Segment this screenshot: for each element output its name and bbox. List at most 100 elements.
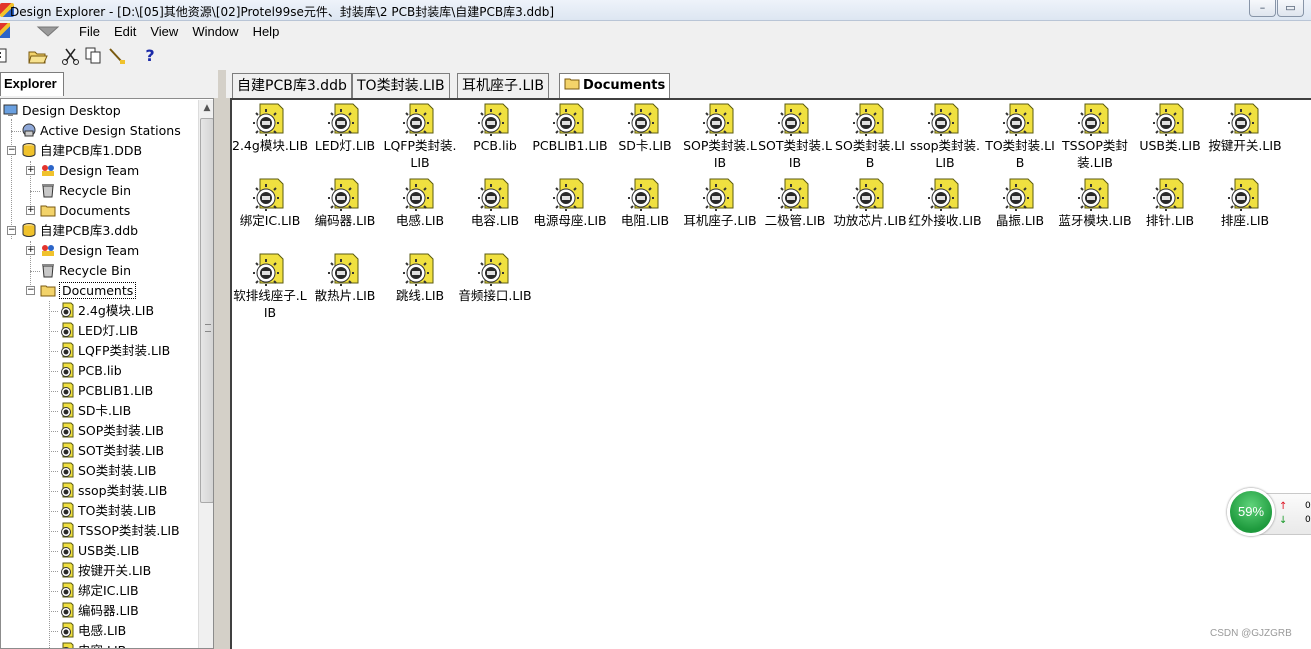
file-icon-item[interactable]: TO类封装.LIB (982, 102, 1058, 171)
expand-toggle[interactable]: + (26, 246, 35, 255)
tab-db3[interactable]: 自建PCB库3.ddb (232, 73, 352, 98)
file-icon-item[interactable]: 功放芯片.LIB (832, 177, 908, 229)
file-icon-item[interactable]: ssop类封装.LIB (907, 102, 983, 171)
file-icon-item[interactable]: 晶振.LIB (982, 177, 1058, 229)
paste-icon[interactable] (106, 46, 128, 66)
tree-node-file[interactable]: 电感.LIB (59, 621, 126, 641)
collapse-toggle[interactable]: − (7, 226, 16, 235)
restore-button[interactable]: ▭ (1277, 0, 1304, 17)
scrollbar-thumb[interactable] (200, 118, 213, 503)
file-icon-item[interactable]: 2.4g模块.LIB (232, 102, 308, 154)
file-icon-item[interactable]: 电阻.LIB (607, 177, 683, 229)
lib-file-icon (927, 177, 963, 212)
help-button[interactable]: ? (139, 46, 161, 66)
file-icon-item[interactable]: LQFP类封装.LIB (382, 102, 458, 171)
tree-node-db3[interactable]: 自建PCB库3.ddb (21, 221, 138, 241)
expand-toggle[interactable]: + (26, 206, 35, 215)
system-menu-icon[interactable] (0, 23, 10, 38)
file-icon-item[interactable]: 跳线.LIB (382, 252, 458, 304)
tab-earphone-lib[interactable]: 耳机座子.LIB (457, 73, 549, 98)
file-icon-item[interactable]: USB类.LIB (1132, 102, 1208, 154)
file-icon-item[interactable]: LED灯.LIB (307, 102, 383, 154)
menu-window[interactable]: Window (187, 24, 243, 39)
tree-label: 2.4g模块.LIB (78, 303, 155, 318)
tree-node-file[interactable]: SD卡.LIB (59, 401, 131, 421)
file-label: LQFP类封装.LIB (383, 138, 457, 170)
tree-node-db1-bin[interactable]: Recycle Bin (40, 181, 131, 201)
tree-node-file[interactable]: 2.4g模块.LIB (59, 301, 154, 321)
scroll-up-arrow-icon[interactable]: ▲ (199, 100, 213, 117)
tree-node-file[interactable]: PCBLIB1.LIB (59, 381, 153, 401)
file-icon-item[interactable]: PCBLIB1.LIB (532, 102, 608, 154)
menu-edit[interactable]: Edit (109, 24, 141, 39)
file-icon-item[interactable]: SO类封装.LIB (832, 102, 908, 171)
usage-percent-badge[interactable]: 59% (1227, 488, 1275, 536)
file-icon-item[interactable]: 散热片.LIB (307, 252, 383, 304)
menu-help[interactable]: Help (248, 24, 285, 39)
menu-view[interactable]: View (145, 24, 183, 39)
cut-icon[interactable] (60, 46, 82, 66)
collapse-toggle[interactable]: − (7, 146, 16, 155)
file-icon-item[interactable]: PCB.lib (457, 102, 533, 154)
lib-file-icon (252, 252, 288, 287)
file-icon-item[interactable]: 二极管.LIB (757, 177, 833, 229)
tree-node-file[interactable]: TSSOP类封装.LIB (59, 521, 180, 541)
file-icon-item[interactable]: 绑定IC.LIB (232, 177, 308, 229)
copy-icon[interactable] (83, 46, 105, 66)
tree-node-file[interactable]: 电容.LIB (59, 641, 126, 648)
tree-node-file[interactable]: TO类封装.LIB (59, 501, 156, 521)
file-icon-item[interactable]: 蓝牙模块.LIB (1057, 177, 1133, 229)
tree-node-file[interactable]: LQFP类封装.LIB (59, 341, 170, 361)
file-icon-item[interactable]: 电感.LIB (382, 177, 458, 229)
tree-node-db1-docs[interactable]: Documents (40, 201, 130, 221)
tree-node-file[interactable]: LED灯.LIB (59, 321, 138, 341)
file-icon-item[interactable]: 软排线座子.LIB (232, 252, 308, 321)
file-icon-item[interactable]: 电容.LIB (457, 177, 533, 229)
file-icon-item[interactable]: 排座.LIB (1207, 177, 1283, 229)
tree-node-file[interactable]: 绑定IC.LIB (59, 581, 139, 601)
tree-node-file[interactable]: SO类封装.LIB (59, 461, 156, 481)
down-arrow-icon[interactable] (36, 24, 60, 38)
open-folder-icon[interactable] (27, 46, 49, 66)
tree-node-db1[interactable]: 自建PCB库1.DDB (21, 141, 142, 161)
tree-node-db1-team[interactable]: Design Team (40, 161, 139, 181)
file-icon-item[interactable]: SOP类封装.LIB (682, 102, 758, 171)
file-label: 蓝牙模块.LIB (1058, 213, 1132, 228)
tree-scrollbar[interactable]: ▲ (198, 100, 213, 648)
file-icon-item[interactable]: 按键开关.LIB (1207, 102, 1283, 154)
document-view: 2.4g模块.LIB LED灯.LIB LQFP类封装.LIB PCB.lib PCBL… (230, 98, 1311, 649)
minimize-button[interactable]: – (1249, 0, 1276, 17)
tree-node-file[interactable]: SOT类封装.LIB (59, 441, 164, 461)
tab-explorer[interactable]: Explorer (0, 72, 64, 96)
file-label: SOT类封装.LIB (758, 138, 832, 170)
tab-to-lib[interactable]: TO类封装.LIB (352, 73, 450, 98)
tree-toggle-icon[interactable] (0, 46, 16, 66)
file-icon-item[interactable]: SOT类封装.LIB (757, 102, 833, 171)
file-icon-item[interactable]: 红外接收.LIB (907, 177, 983, 229)
tree-node-file[interactable]: PCB.lib (59, 361, 122, 381)
tree-label: 自建PCB库1.DDB (40, 143, 143, 158)
expand-toggle[interactable]: + (26, 166, 35, 175)
file-icon-item[interactable]: 排针.LIB (1132, 177, 1208, 229)
file-icon-item[interactable]: TSSOP类封装.LIB (1057, 102, 1133, 171)
window-title: Design Explorer - [D:\[05]其他资源\[02]Prote… (10, 5, 555, 19)
tree-node-db3-team[interactable]: Design Team (40, 241, 139, 261)
file-icon-item[interactable]: SD卡.LIB (607, 102, 683, 154)
tree-node-db3-bin[interactable]: Recycle Bin (40, 261, 131, 281)
tab-documents[interactable]: Documents (559, 73, 671, 98)
file-icon-item[interactable]: 音频接口.LIB (457, 252, 533, 304)
tree-node-file[interactable]: USB类.LIB (59, 541, 139, 561)
tree-node-db3-docs[interactable]: Documents (40, 281, 137, 301)
collapse-toggle[interactable]: − (26, 286, 35, 295)
file-icon-item[interactable]: 编码器.LIB (307, 177, 383, 229)
menu-file[interactable]: File (74, 24, 105, 39)
tree-node-file[interactable]: 编码器.LIB (59, 601, 139, 621)
tree-node-desktop[interactable]: Design Desktop (3, 101, 121, 121)
tree-node-file[interactable]: ssop类封装.LIB (59, 481, 167, 501)
lib-file-icon (61, 422, 74, 438)
file-icon-item[interactable]: 电源母座.LIB (532, 177, 608, 229)
tree-node-file[interactable]: SOP类封装.LIB (59, 421, 164, 441)
tree-node-file[interactable]: 按键开关.LIB (59, 561, 151, 581)
file-icon-item[interactable]: 耳机座子.LIB (682, 177, 758, 229)
tree-node-stations[interactable]: Active Design Stations (21, 121, 181, 141)
